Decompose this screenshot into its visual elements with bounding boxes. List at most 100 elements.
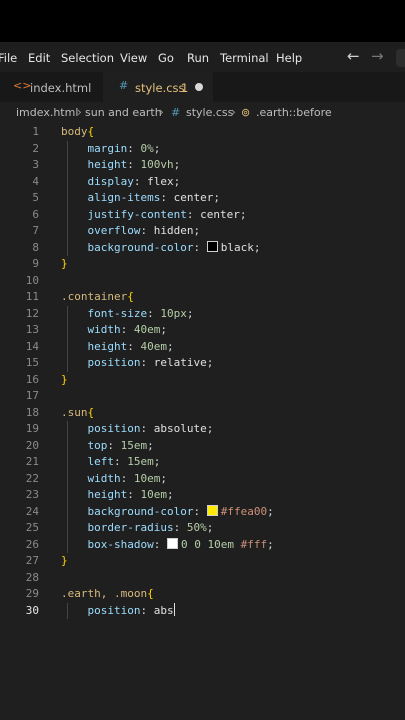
- code-line[interactable]: 25 border-radius: 50%;: [0, 520, 405, 537]
- css-file-icon: #: [171, 106, 181, 119]
- code-line[interactable]: 21 left: 15em;: [0, 454, 405, 471]
- chevron-right-icon: ›: [231, 105, 236, 119]
- line-number: 5: [32, 191, 39, 204]
- css-file-icon: #: [119, 79, 129, 92]
- breadcrumb: imdex.html › sun and earth › # style.css…: [0, 102, 405, 124]
- line-number: 23: [25, 488, 39, 501]
- code-text: top: 15em;: [87, 438, 154, 452]
- breadcrumb-file[interactable]: imdex.html: [16, 106, 78, 119]
- code-line[interactable]: 28: [0, 570, 405, 587]
- indent-guide: [67, 305, 68, 372]
- code-line[interactable]: 9}: [0, 256, 405, 273]
- chevron-right-icon: ›: [77, 105, 82, 119]
- line-number: 21: [25, 455, 39, 468]
- unsaved-dot-icon[interactable]: [195, 83, 203, 91]
- code-line[interactable]: 5 align-items: center;: [0, 190, 405, 207]
- code-text: }: [61, 257, 68, 270]
- arrow-right-icon[interactable]: →: [371, 47, 384, 65]
- menu-file[interactable]: File: [0, 51, 17, 65]
- line-number: 11: [25, 290, 39, 303]
- tab-label: style.css: [135, 81, 185, 95]
- indent-guide: [67, 602, 68, 619]
- line-number: 20: [25, 438, 39, 452]
- code-line[interactable]: 1 body{: [0, 124, 405, 141]
- code-text: position: abs: [87, 602, 175, 617]
- line-number: 17: [25, 389, 39, 402]
- line-number: 15: [25, 356, 39, 369]
- line-number: 30: [25, 603, 39, 617]
- code-text: width: 10em;: [87, 471, 168, 485]
- line-number: 25: [25, 521, 39, 534]
- code-line[interactable]: 19 position: absolute;: [0, 421, 405, 438]
- code-text: .earth, .moon{: [61, 587, 154, 600]
- line-number: 4: [32, 174, 39, 188]
- code-text: position: relative;: [87, 356, 214, 369]
- breadcrumb-symbol[interactable]: .earth::before: [256, 106, 332, 119]
- line-number: 27: [25, 554, 39, 567]
- command-center-search[interactable]: [396, 49, 405, 67]
- top-black-band: [0, 0, 405, 42]
- line-number: 29: [25, 587, 39, 600]
- code-line[interactable]: 14 height: 40em;: [0, 339, 405, 356]
- code-line[interactable]: 6 justify-content: center;: [0, 207, 405, 224]
- code-text: align-items: center;: [87, 191, 220, 204]
- code-line[interactable]: 10: [0, 273, 405, 290]
- code-text: overflow: hidden;: [87, 224, 201, 237]
- code-line[interactable]: 26 box-shadow: 0 0 10em #fff;: [0, 537, 405, 554]
- code-line[interactable]: 30 position: abs: [0, 602, 405, 620]
- tab-index-html[interactable]: <> index.html: [0, 72, 103, 102]
- code-line[interactable]: 7 overflow: hidden;: [0, 223, 405, 240]
- line-number: 13: [25, 323, 39, 336]
- color-swatch[interactable]: [166, 537, 178, 549]
- menu-go[interactable]: Go: [158, 51, 174, 65]
- code-line[interactable]: 22 width: 10em;: [0, 471, 405, 488]
- line-number: 3: [32, 158, 39, 171]
- arrow-left-icon[interactable]: ←: [347, 47, 360, 65]
- code-text: height: 10em;: [87, 488, 174, 501]
- breadcrumb-stylesheet[interactable]: style.css: [186, 106, 233, 119]
- line-number: 18: [25, 405, 39, 419]
- code-line[interactable]: 15 position: relative;: [0, 355, 405, 372]
- problem-count-badge: 1: [181, 81, 189, 95]
- code-line[interactable]: 11 .container{: [0, 289, 405, 306]
- code-line[interactable]: 2 margin: 0%;: [0, 141, 405, 158]
- line-number: 19: [25, 422, 39, 435]
- code-text: .sun{: [61, 405, 95, 419]
- code-line[interactable]: 27}: [0, 553, 405, 570]
- code-line[interactable]: 20 top: 15em;: [0, 438, 405, 455]
- menu-terminal[interactable]: Terminal: [220, 51, 269, 65]
- code-line[interactable]: 23 height: 10em;: [0, 487, 405, 504]
- code-editor[interactable]: 1 body{2 margin: 0%; 3 height: 100vh; 4 dis…: [0, 124, 405, 720]
- line-number: 28: [25, 570, 39, 584]
- menu-help[interactable]: Help: [276, 51, 302, 65]
- code-line[interactable]: 13 width: 40em;: [0, 322, 405, 339]
- code-text: border-radius: 50%;: [87, 521, 214, 534]
- code-text: background-color: #ffea00;: [87, 504, 274, 518]
- code-line[interactable]: 29 .earth, .moon{: [0, 586, 405, 603]
- tab-style-css[interactable]: # style.css 1: [103, 72, 213, 102]
- breadcrumb-folder[interactable]: sun and earth: [85, 106, 162, 119]
- code-text: height: 100vh;: [87, 158, 181, 171]
- code-line[interactable]: 8 background-color: black;: [0, 240, 405, 257]
- menu-selection[interactable]: Selection: [61, 51, 114, 65]
- code-line[interactable]: 18 .sun{: [0, 405, 405, 422]
- menu-bar: File Edit Selection View Go Run Terminal…: [0, 42, 405, 72]
- indent-guide: [67, 140, 68, 256]
- line-number: 2: [32, 141, 39, 155]
- code-line[interactable]: 3 height: 100vh;: [0, 157, 405, 174]
- code-line[interactable]: 16}: [0, 372, 405, 389]
- menu-view[interactable]: View: [120, 51, 147, 65]
- code-line[interactable]: 4 display: flex;: [0, 174, 405, 191]
- code-line[interactable]: 24 background-color: #ffea00;: [0, 504, 405, 521]
- html-file-icon: <>: [13, 79, 32, 92]
- menu-run[interactable]: Run: [187, 51, 209, 65]
- line-number: 22: [25, 471, 39, 485]
- line-number: 24: [25, 504, 39, 518]
- symbol-class-icon: ⊚: [241, 106, 251, 119]
- color-swatch[interactable]: [206, 240, 218, 252]
- code-text: position: absolute;: [87, 422, 214, 435]
- code-line[interactable]: 17: [0, 388, 405, 405]
- color-swatch[interactable]: [206, 504, 218, 516]
- menu-edit[interactable]: Edit: [28, 51, 50, 65]
- code-line[interactable]: 12 font-size: 10px;: [0, 306, 405, 323]
